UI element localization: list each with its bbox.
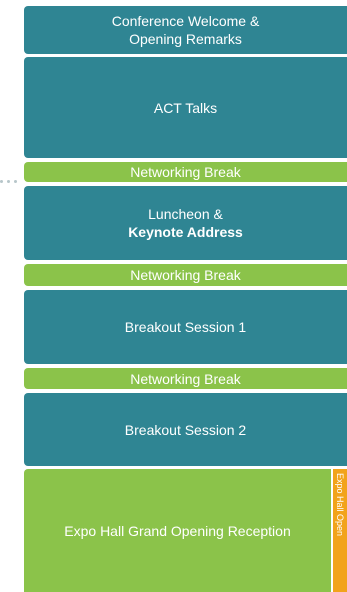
breakout-session-1-block[interactable]: Breakout Session 1 [24, 290, 347, 364]
act-talks-block[interactable]: ACT Talks [24, 57, 347, 158]
networking-break-2[interactable]: Networking Break [24, 264, 347, 286]
expo-hall-open-label: Expo Hall Open [335, 473, 345, 537]
break-1-label: Networking Break [130, 164, 241, 180]
break-3-label: Networking Break [130, 370, 241, 387]
keynote-address-label: Keynote Address [128, 224, 243, 240]
networking-break-3[interactable]: Networking Break [24, 368, 347, 389]
expo-hall-open-tab[interactable]: Expo Hall Open [333, 469, 347, 592]
timeline-dots [0, 177, 22, 185]
expo-reception-block[interactable]: Expo Hall Grand Opening Reception [24, 469, 331, 592]
timeline-dot [7, 179, 10, 183]
welcome-line1: Conference Welcome & [111, 13, 260, 29]
welcome-block[interactable]: Conference Welcome & Opening Remarks [24, 6, 347, 54]
timeline-dot [14, 179, 17, 183]
welcome-line2: Opening Remarks [129, 31, 242, 47]
luncheon-line1: Luncheon & [148, 206, 223, 222]
networking-break-1[interactable]: Networking Break [24, 162, 347, 182]
luncheon-block[interactable]: Luncheon & Keynote Address [24, 186, 347, 260]
act-talks-label: ACT Talks [153, 99, 218, 116]
break-2-label: Networking Break [130, 267, 241, 283]
expo-reception-label: Expo Hall Grand Opening Reception [64, 522, 291, 539]
timeline-dot [0, 179, 3, 183]
breakout-2-label: Breakout Session 2 [124, 421, 247, 438]
breakout-1-label: Breakout Session 1 [124, 319, 247, 335]
breakout-session-2-block[interactable]: Breakout Session 2 [24, 393, 347, 466]
